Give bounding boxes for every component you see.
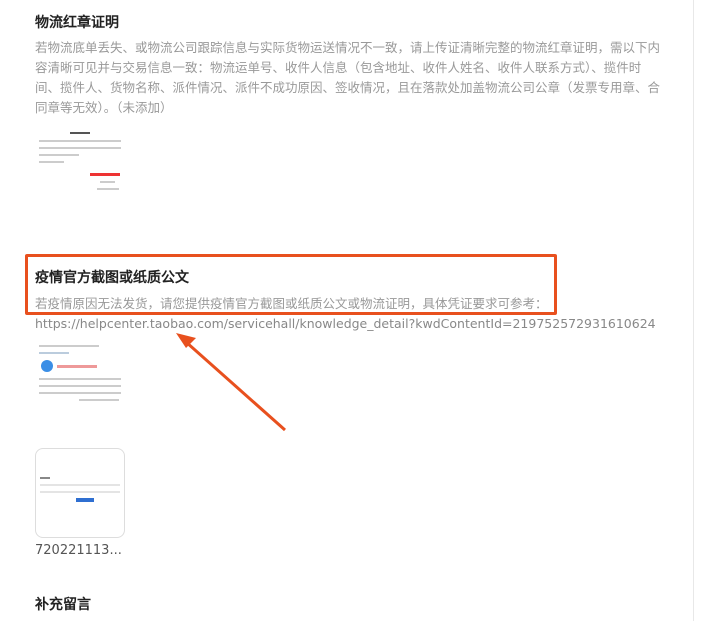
- annotation-arrow-icon: [176, 333, 286, 432]
